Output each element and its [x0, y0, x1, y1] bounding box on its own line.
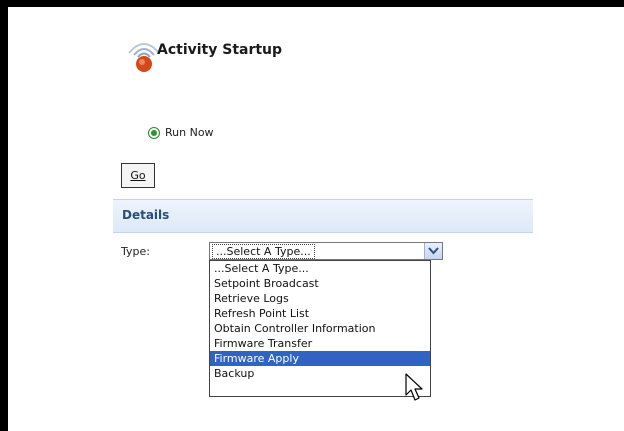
- page-title: Activity Startup: [157, 42, 283, 58]
- run-now-option[interactable]: Run Now: [148, 126, 214, 139]
- type-option[interactable]: Refresh Point List: [210, 306, 430, 321]
- run-now-label: Run Now: [165, 126, 214, 139]
- type-option[interactable]: Setpoint Broadcast: [210, 276, 430, 291]
- type-option[interactable]: Backup: [210, 366, 430, 381]
- details-heading: Details: [122, 208, 170, 222]
- details-section-header: Details: [113, 199, 533, 233]
- mouse-cursor-icon: [405, 373, 423, 401]
- type-dropdown-list[interactable]: ...Select A Type... Setpoint Broadcast R…: [209, 260, 431, 397]
- type-label: Type:: [121, 245, 150, 258]
- run-now-radio[interactable]: [148, 126, 160, 139]
- go-button[interactable]: Go: [121, 163, 155, 188]
- type-option[interactable]: ...Select A Type...: [210, 261, 430, 276]
- chevron-down-icon[interactable]: [424, 243, 442, 259]
- type-option[interactable]: Firmware Transfer: [210, 336, 430, 351]
- page-frame: Activity Startup Run Now Go Details Type…: [8, 7, 624, 431]
- type-option-highlighted[interactable]: Firmware Apply: [210, 351, 430, 366]
- type-option[interactable]: Retrieve Logs: [210, 291, 430, 306]
- type-select-value: ...Select A Type...: [212, 244, 315, 259]
- type-option[interactable]: Obtain Controller Information: [210, 321, 430, 336]
- type-select[interactable]: ...Select A Type...: [209, 242, 443, 260]
